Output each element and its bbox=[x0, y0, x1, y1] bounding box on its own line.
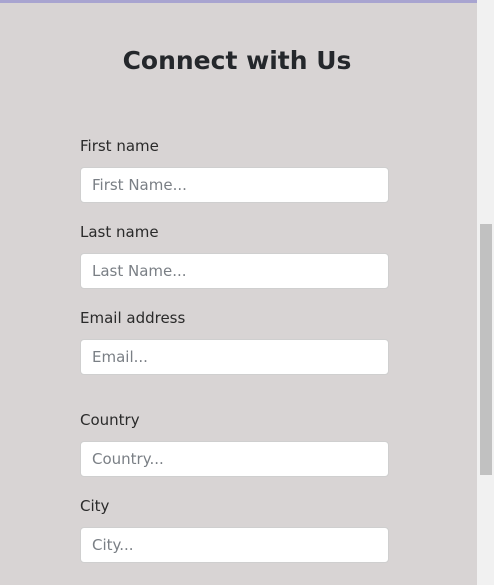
city-input[interactable] bbox=[80, 527, 389, 563]
first-name-label: First name bbox=[80, 137, 159, 155]
vertical-scrollbar-thumb[interactable] bbox=[480, 224, 492, 475]
contact-form-page: Connect with Us First name Last name Ema… bbox=[0, 3, 477, 585]
country-label: Country bbox=[80, 411, 140, 429]
contact-page-viewport: Connect with Us First name Last name Ema… bbox=[0, 0, 494, 585]
first-name-input[interactable] bbox=[80, 167, 389, 203]
last-name-label: Last name bbox=[80, 223, 159, 241]
country-input[interactable] bbox=[80, 441, 389, 477]
city-label: City bbox=[80, 497, 110, 515]
email-label: Email address bbox=[80, 309, 186, 327]
last-name-input[interactable] bbox=[80, 253, 389, 289]
email-input[interactable] bbox=[80, 339, 389, 375]
page-title: Connect with Us bbox=[122, 46, 352, 75]
